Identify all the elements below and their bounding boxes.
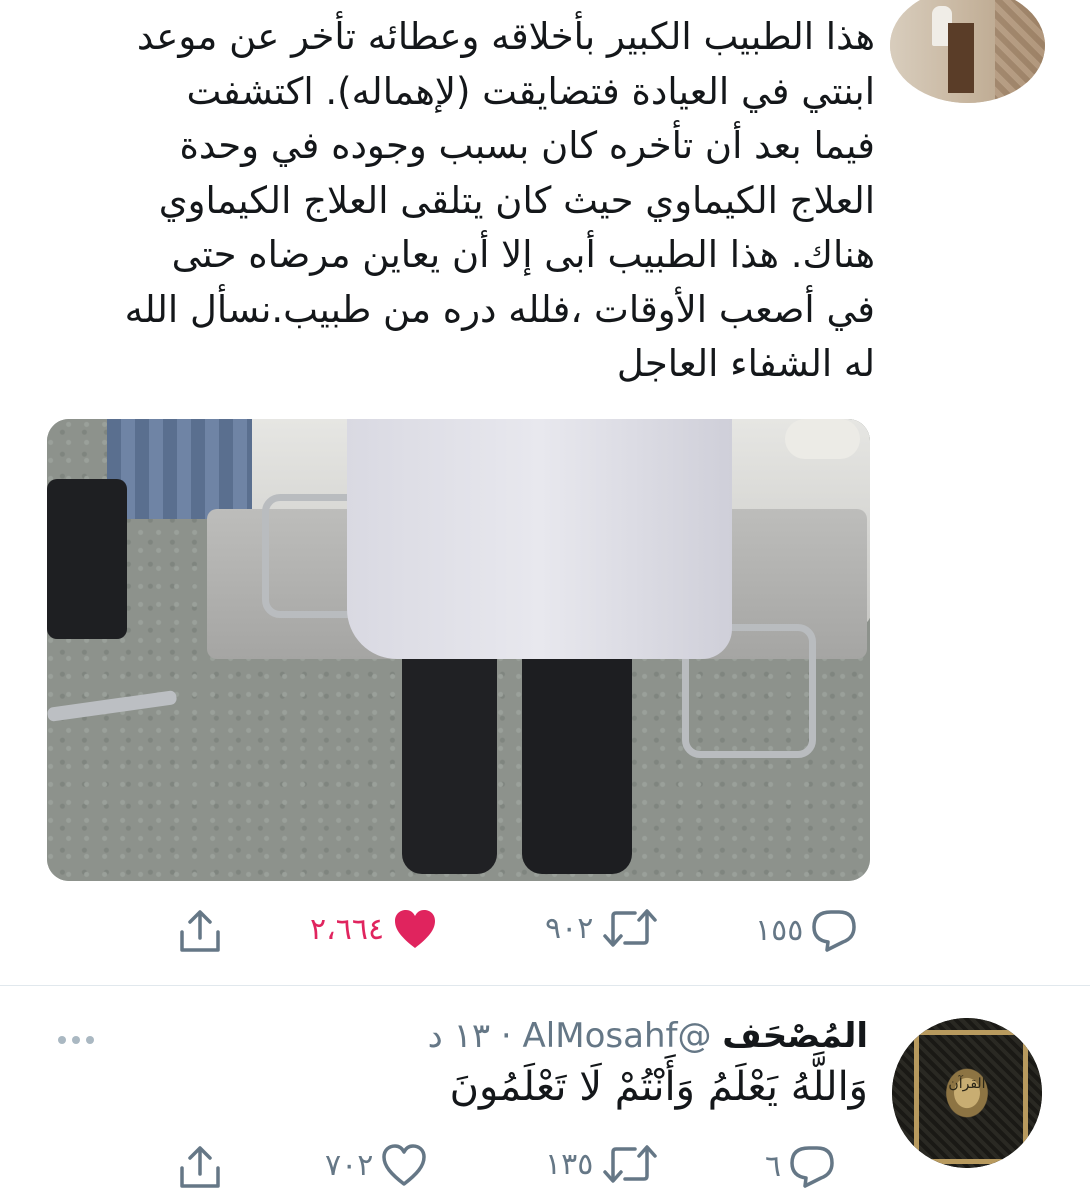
tweet-text: هذا الطبيب الكبير بأخلاقه وعطائه تأخر عن… [45, 10, 875, 392]
avatar-medallion [937, 1058, 997, 1128]
tweet-text: وَاللَّهُ يَعْلَمُ وَأَنْتُمْ لَا تَعْلَ… [449, 1064, 868, 1110]
share-button[interactable] [176, 908, 224, 954]
retweet-button[interactable]: ١٣٥ [545, 1144, 659, 1184]
avatar-calligraphy: القرآن [948, 1076, 986, 1092]
photo-doctor-leg [522, 624, 632, 874]
reply-button[interactable]: ٦ [765, 1144, 835, 1188]
photo-doctor-coat [347, 419, 732, 659]
photo-doctor-leg [402, 624, 497, 874]
retweet-icon [603, 909, 658, 947]
more-dot [72, 1036, 80, 1044]
photo-chair [47, 479, 127, 639]
more-dot [86, 1036, 94, 1044]
avatar-pattern [995, 0, 1045, 103]
retweet-count: ١٣٥ [545, 1146, 594, 1182]
heart-icon [395, 910, 436, 948]
retweet-button[interactable]: ٩٠٢ [545, 908, 659, 948]
more-dot [58, 1036, 66, 1044]
reply-icon [812, 910, 857, 952]
avatar-podium [948, 23, 974, 93]
share-icon [180, 910, 220, 952]
timestamp[interactable]: ١٣ د [428, 1016, 490, 1056]
photo-glove [785, 419, 860, 459]
tweet-media-photo[interactable] [47, 419, 870, 881]
tweet-text-line: فيما بعد أن تأخره كان بسبب وجوده في وحدة [179, 124, 875, 167]
user-avatar[interactable] [890, 0, 1045, 103]
display-name[interactable]: المُصْحَف [722, 1016, 868, 1056]
tweet-actions: ٧٠٢ ١٣٥ ٦ [0, 1144, 1090, 1204]
share-icon [180, 1146, 220, 1188]
heart-icon [382, 1144, 427, 1186]
tweet-text-line: له الشفاء العاجل [616, 342, 875, 385]
tweet-reply[interactable]: القرآن المُصْحَف @AlMosahf · ١٣ د وَاللَ… [0, 986, 1090, 1200]
retweet-icon [603, 1145, 658, 1183]
separator: · [500, 1016, 512, 1056]
retweet-count: ٩٠٢ [545, 910, 594, 946]
tweet-actions: ٢،٦٦٤ ٩٠٢ ١٥٥ [0, 900, 1090, 960]
tweet-original[interactable]: هذا الطبيب الكبير بأخلاقه وعطائه تأخر عن… [0, 0, 1090, 985]
reply-button[interactable]: ١٥٥ [755, 908, 857, 952]
handle[interactable]: @AlMosahf [523, 1016, 712, 1056]
like-button[interactable]: ٧٠٢ [325, 1144, 427, 1186]
tweet-text-line: هناك. هذا الطبيب أبى إلا أن يعاين مرضاه … [171, 233, 875, 276]
tweet-text-line: هذا الطبيب الكبير بأخلاقه وعطائه تأخر عن… [136, 15, 875, 58]
tweet-header: المُصْحَف @AlMosahf · ١٣ د [428, 1016, 868, 1056]
tweet-text-line: في أصعب الأوقات ،فلله دره من طبيب.نسأل ا… [124, 287, 875, 331]
more-icon[interactable] [58, 1036, 94, 1044]
like-count: ٢،٦٦٤ [310, 911, 385, 947]
reply-icon [790, 1146, 834, 1188]
reply-count: ١٥٥ [755, 912, 804, 948]
tweet-text-line: ابنتي في العيادة فتضايقت (لإهماله). اكتش… [186, 69, 875, 113]
like-button[interactable]: ٢،٦٦٤ [310, 908, 438, 950]
share-button[interactable] [176, 1144, 224, 1190]
like-count: ٧٠٢ [325, 1147, 374, 1183]
tweet-text-line: العلاج الكيماوي حيث كان يتلقى العلاج الك… [158, 178, 875, 222]
reply-count: ٦ [765, 1148, 782, 1184]
